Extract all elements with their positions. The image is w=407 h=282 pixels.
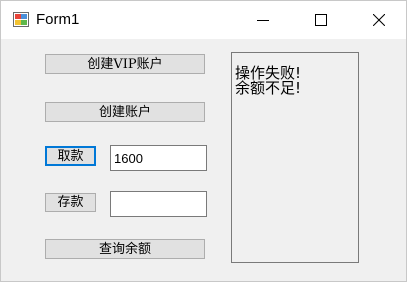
output-line: 余额不足! [235,79,302,97]
deposit-button[interactable]: 存款 [45,193,96,212]
create-vip-account-button[interactable]: 创建VIP账户 [45,54,205,74]
withdraw-amount-input[interactable]: 1600 [110,145,207,171]
minimize-icon [257,11,269,30]
winforms-app-icon[interactable] [13,12,30,28]
create-account-button[interactable]: 创建账户 [45,102,205,122]
maximize-button[interactable] [298,1,344,39]
title-bar[interactable]: Form1 [1,1,406,39]
output-listbox[interactable]: 操作失败! 余额不足! [231,52,359,263]
maximize-icon [315,11,327,30]
query-balance-button[interactable]: 查询余额 [45,239,205,259]
form-client-area: 创建VIP账户 创建账户 取款 1600 存款 查询余额 操作失败! 余额不足! [1,39,406,282]
close-icon [372,11,386,30]
minimize-button[interactable] [240,1,286,39]
form-window: Form1 创建VIP账户 创建账户 取款 1600 存款 查询余额 操作失败!… [0,0,407,282]
withdraw-button[interactable]: 取款 [45,146,96,166]
window-title: Form1 [36,11,80,28]
close-button[interactable] [356,1,402,39]
deposit-amount-input[interactable] [110,191,207,217]
